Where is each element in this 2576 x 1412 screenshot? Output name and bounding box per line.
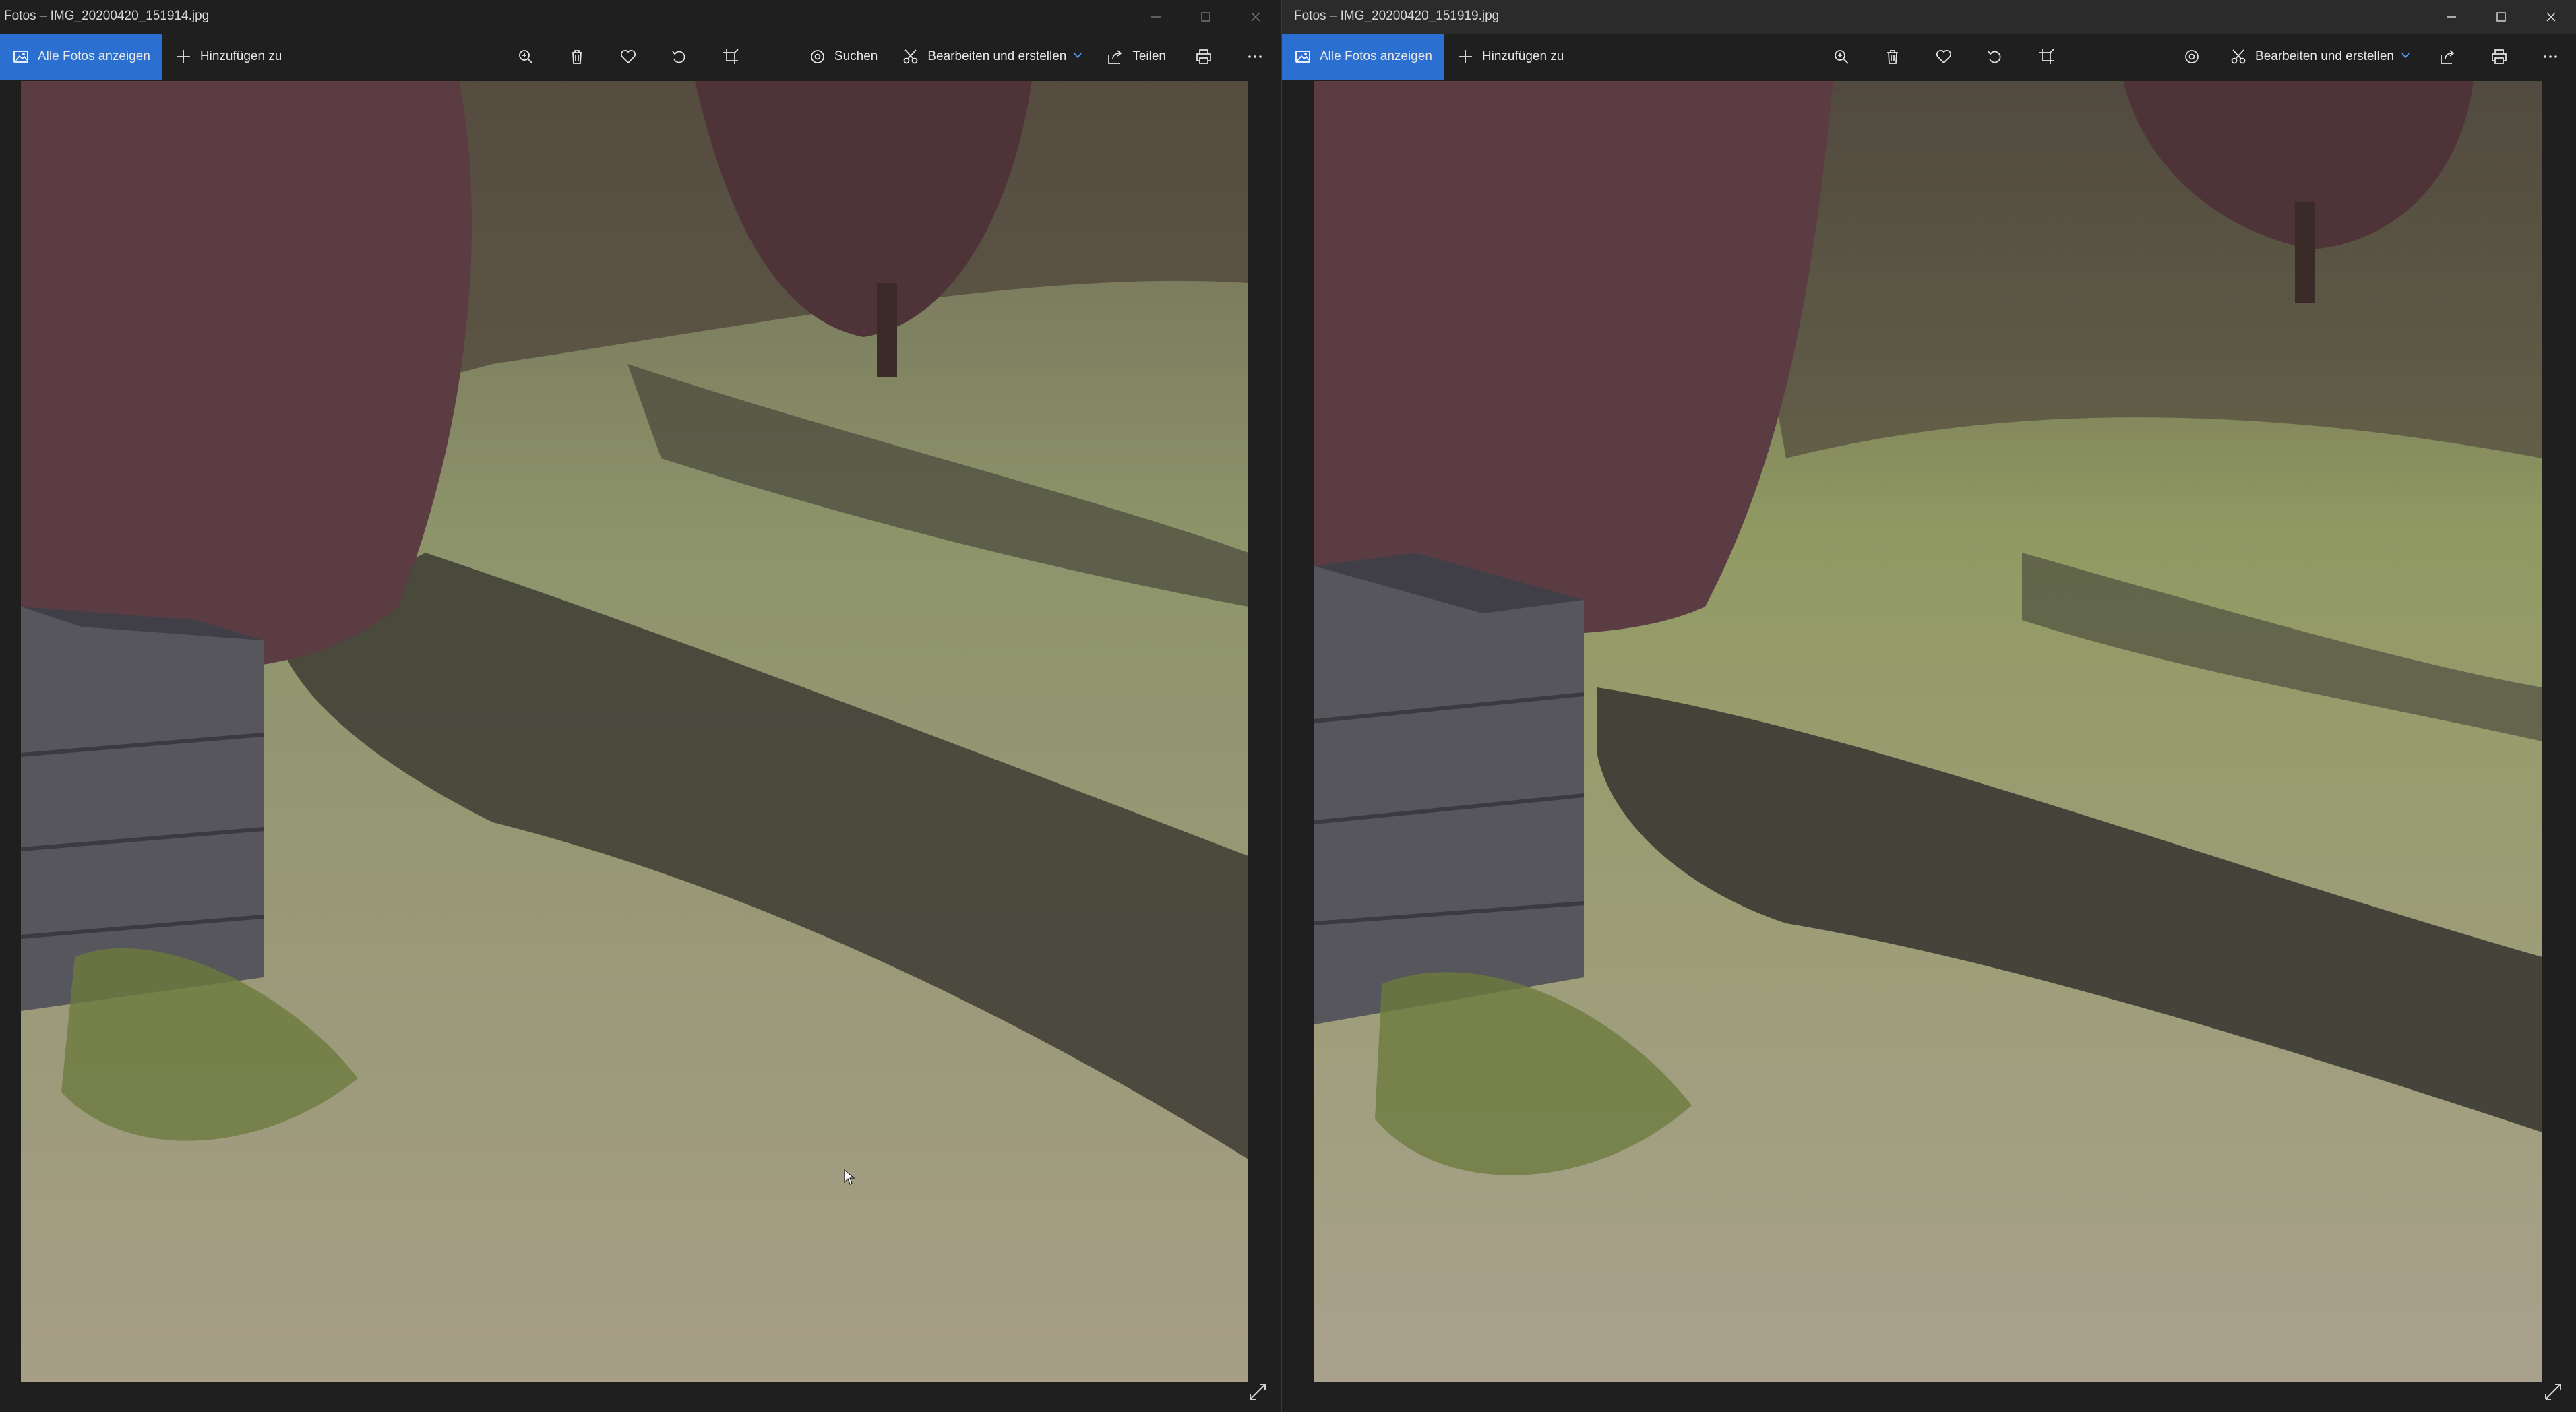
edit-create-button[interactable]: Bearbeiten und erstellen bbox=[2217, 34, 2422, 80]
close-icon bbox=[2546, 12, 2556, 22]
photo-view[interactable] bbox=[1314, 81, 2542, 1382]
window-title: Fotos – IMG_20200420_151914.jpg bbox=[4, 9, 210, 23]
all-photos-label: Alle Fotos anzeigen bbox=[38, 49, 150, 63]
close-button[interactable] bbox=[1231, 0, 1281, 34]
zoom-button[interactable] bbox=[1816, 34, 1867, 80]
share-button[interactable] bbox=[2422, 34, 2474, 80]
chevron-down-icon bbox=[1073, 49, 1082, 64]
fullscreen-button[interactable] bbox=[2540, 1378, 2567, 1405]
delete-button[interactable] bbox=[1867, 34, 1918, 80]
more-icon bbox=[1248, 55, 1262, 58]
search-button[interactable] bbox=[2166, 34, 2217, 80]
share-icon bbox=[1108, 50, 1122, 64]
maximize-button[interactable] bbox=[2476, 0, 2526, 34]
close-icon bbox=[1251, 12, 1260, 22]
edit-create-label: Bearbeiten und erstellen bbox=[927, 49, 1067, 63]
printer-icon bbox=[2492, 49, 2507, 64]
all-photos-button[interactable]: Alle Fotos anzeigen bbox=[1282, 34, 1444, 80]
maximize-button[interactable] bbox=[1181, 0, 1231, 34]
more-button[interactable] bbox=[1229, 34, 1281, 80]
add-to-label: Hinzufügen zu bbox=[200, 49, 282, 63]
trash-icon bbox=[571, 50, 582, 64]
expand-icon bbox=[1250, 1384, 1266, 1400]
favorite-button[interactable] bbox=[603, 34, 654, 80]
edit-create-button[interactable]: Bearbeiten und erstellen bbox=[890, 34, 1095, 80]
add-to-button[interactable]: Hinzufügen zu bbox=[1444, 34, 1576, 80]
rotate-button[interactable] bbox=[654, 34, 705, 80]
chevron-down-icon bbox=[2401, 49, 2410, 64]
share-icon bbox=[2441, 50, 2455, 64]
photo-icon bbox=[13, 51, 28, 63]
title-bar: Fotos – IMG_20200420_151919.jpg bbox=[1282, 0, 2576, 34]
all-photos-label: Alle Fotos anzeigen bbox=[1320, 49, 1432, 63]
add-to-label: Hinzufügen zu bbox=[1481, 49, 1564, 63]
compost-crate bbox=[1314, 553, 1585, 1024]
rotate-icon bbox=[672, 51, 685, 63]
caption-buttons bbox=[1131, 0, 1281, 34]
scissors-icon bbox=[2231, 49, 2246, 64]
photos-window-right: Fotos – IMG_20200420_151919.jpg Alle Fot… bbox=[1282, 0, 2576, 1412]
toolbar: Alle Fotos anzeigen Hinzufügen zu bbox=[0, 34, 1281, 80]
maximize-icon bbox=[2496, 12, 2506, 22]
minimize-button[interactable] bbox=[1131, 0, 1181, 34]
crop-icon bbox=[723, 49, 739, 64]
minimize-icon bbox=[2447, 16, 2456, 18]
photo-view[interactable] bbox=[21, 81, 1248, 1382]
zoom-icon bbox=[519, 50, 533, 64]
print-button[interactable] bbox=[2474, 34, 2525, 80]
fullscreen-button[interactable] bbox=[1244, 1378, 1271, 1405]
scissors-icon bbox=[904, 49, 918, 64]
heart-icon bbox=[620, 49, 636, 64]
edit-create-label: Bearbeiten und erstellen bbox=[2255, 49, 2394, 63]
crop-button[interactable] bbox=[2021, 34, 2072, 80]
print-button[interactable] bbox=[1178, 34, 1229, 80]
favorite-button[interactable] bbox=[1918, 34, 1969, 80]
trash-icon bbox=[1887, 50, 1899, 64]
close-button[interactable] bbox=[2526, 0, 2576, 34]
toolbar: Alle Fotos anzeigen Hinzufügen zu bbox=[1282, 34, 2576, 80]
mouse-cursor-icon bbox=[844, 1169, 855, 1185]
minimize-button[interactable] bbox=[2426, 0, 2476, 34]
caption-buttons bbox=[2426, 0, 2576, 34]
more-button[interactable] bbox=[2525, 34, 2576, 80]
photos-window-left: Fotos – IMG_20200420_151914.jpg Alle Fot… bbox=[0, 0, 1281, 1412]
minimize-icon bbox=[1151, 16, 1161, 18]
share-label: Teilen bbox=[1132, 49, 1166, 63]
printer-icon bbox=[1196, 49, 1211, 64]
rotate-button[interactable] bbox=[1969, 34, 2021, 80]
expand-icon bbox=[2545, 1384, 2561, 1400]
add-to-button[interactable]: Hinzufügen zu bbox=[162, 34, 294, 80]
heart-icon bbox=[1936, 49, 1952, 64]
search-label: Suchen bbox=[834, 49, 878, 63]
crop-button[interactable] bbox=[705, 34, 756, 80]
photo-icon bbox=[1295, 51, 1310, 63]
window-title: Fotos – IMG_20200420_151919.jpg bbox=[1294, 9, 1500, 23]
title-bar: Fotos – IMG_20200420_151914.jpg bbox=[0, 0, 1281, 34]
delete-button[interactable] bbox=[551, 34, 603, 80]
zoom-icon bbox=[1835, 50, 1849, 64]
search-icon bbox=[2185, 50, 2199, 63]
zoom-button[interactable] bbox=[500, 34, 551, 80]
search-icon bbox=[811, 50, 824, 63]
garden-photo bbox=[21, 81, 1248, 1382]
search-button[interactable]: Suchen bbox=[797, 34, 890, 80]
crop-icon bbox=[2039, 49, 2054, 64]
maximize-icon bbox=[1201, 12, 1210, 22]
share-button[interactable]: Teilen bbox=[1095, 34, 1178, 80]
plus-icon bbox=[176, 50, 190, 63]
plus-icon bbox=[1458, 50, 1472, 63]
more-icon bbox=[2544, 55, 2557, 58]
rotate-icon bbox=[1988, 51, 2001, 63]
all-photos-button[interactable]: Alle Fotos anzeigen bbox=[0, 34, 162, 80]
garden-photo bbox=[1314, 81, 2542, 1382]
